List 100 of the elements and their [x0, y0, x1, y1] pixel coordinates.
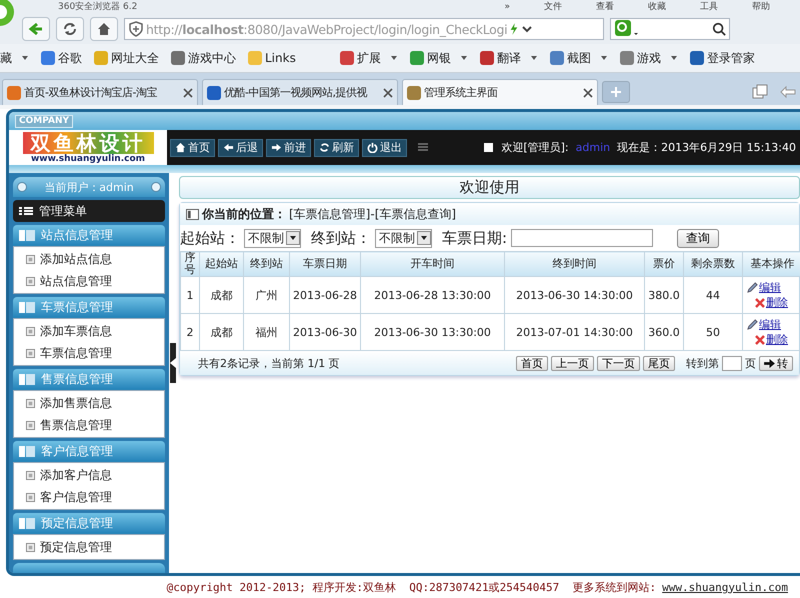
end-station-select[interactable]: 不限制 [375, 228, 432, 248]
edit-link[interactable]: 编辑 [759, 280, 781, 295]
location-label: 你当前的位置： [202, 206, 286, 222]
page-button[interactable]: 首页 [516, 356, 548, 370]
table-cell: 2013-06-28 13:30:00 [360, 276, 504, 314]
search-icon[interactable] [712, 21, 726, 37]
square-icon [26, 326, 35, 336]
square-icon [26, 348, 35, 358]
bookmark-item[interactable]: 游戏中心 [171, 50, 236, 66]
bookmark-item[interactable]: 网址大全 [94, 50, 159, 66]
menu-item[interactable]: 添加售票信息 [14, 392, 164, 414]
menu-item[interactable]: 车票信息管理 [14, 342, 164, 364]
table-cell: 2013-06-28 [290, 276, 360, 314]
bookmark-item[interactable]: 藏 [0, 50, 29, 66]
page-button[interactable]: 尾页 [643, 356, 675, 370]
menu-item[interactable]: 收藏 [648, 1, 666, 13]
menu-item[interactable]: 添加客户信息 [14, 464, 164, 486]
date-field[interactable] [511, 229, 654, 247]
cross-icon [755, 334, 765, 344]
menu-item[interactable]: 添加站点信息 [14, 248, 164, 270]
nav-button[interactable]: 首页 [170, 138, 215, 156]
page-unit: 页 [745, 356, 756, 370]
right-arrow-icon [271, 142, 282, 153]
edit-link[interactable]: 编辑 [759, 317, 781, 332]
square-icon [484, 143, 494, 152]
nav-button[interactable]: 前进 [266, 138, 311, 156]
square-icon [26, 254, 35, 264]
table-cell: 2 [180, 314, 200, 350]
cross-icon [755, 298, 765, 308]
browser-tab[interactable]: 优酷-中国第一视频网站,提供视 [202, 79, 398, 105]
menu-item[interactable]: 客户信息管理 [14, 486, 164, 508]
menu-item[interactable]: 售票信息管理 [14, 414, 164, 436]
panel-icon [19, 230, 35, 241]
nav-button[interactable]: 后退 [218, 138, 263, 156]
copyright-text: @copyright 2012-2013; 程序开发:双鱼林 QQ:287307421或254540457 更多系统到网站: [166, 580, 656, 594]
menu-item[interactable]: 添加车票信息 [14, 320, 164, 342]
menu-item[interactable]: 工具 [700, 1, 718, 13]
square-icon [26, 470, 35, 480]
close-icon[interactable] [183, 88, 193, 98]
window-icon[interactable] [752, 84, 768, 100]
table-cell: 380.0 [644, 276, 684, 314]
refresh-icon [62, 21, 78, 37]
square-icon [26, 276, 35, 286]
company-label: COMPANY [15, 114, 73, 128]
bookmark-item[interactable]: 登录管家 [690, 50, 755, 66]
home-icon [175, 142, 186, 153]
browser-tab[interactable]: 首页-双鱼林设计淘宝店-淘宝 [2, 79, 198, 105]
start-station-select[interactable]: 不限制 [244, 228, 301, 248]
table-cell: 2013-06-30 14:30:00 [504, 276, 644, 314]
back-button[interactable] [22, 17, 50, 41]
column-header: 基本操作 [742, 252, 800, 276]
menu-item[interactable]: 文件 [544, 1, 562, 13]
go-button[interactable]: 转 [759, 356, 793, 370]
close-icon[interactable] [583, 88, 593, 98]
menu-item[interactable]: 帮助 [752, 1, 770, 13]
search-engine-icon [614, 19, 638, 39]
lightning-icon [509, 21, 520, 37]
delete-link[interactable]: 删除 [766, 295, 788, 310]
page-number-field[interactable] [722, 356, 742, 370]
bookmark-item[interactable]: 翻译 [480, 50, 538, 66]
bookmark-item[interactable]: 游戏 [620, 50, 678, 66]
column-header: 序号 [180, 252, 200, 276]
nav-button[interactable]: 退出 [362, 138, 407, 156]
refresh-button[interactable] [56, 17, 84, 41]
panel-icon [19, 446, 35, 457]
column-header: 开车时间 [360, 252, 504, 276]
bookmark-item[interactable]: Links [248, 51, 296, 65]
menu-item[interactable]: 查看 [596, 1, 614, 13]
menu-title: 管理菜单 [39, 202, 87, 220]
panel-icon [19, 302, 35, 313]
column-header: 终到时间 [504, 252, 644, 276]
url-text: http://localhost:8080/JavaWebProject/login/login_CheckLogi [146, 22, 508, 36]
website-link[interactable]: www.shuangyulin.com [662, 580, 788, 594]
close-icon[interactable] [383, 88, 393, 98]
undo-arrow-icon[interactable] [780, 84, 796, 100]
table-cell: 44 [684, 276, 742, 314]
home-button[interactable] [90, 17, 118, 41]
bookmark-item[interactable]: 扩展 [340, 50, 398, 66]
menu-item[interactable]: » [504, 1, 510, 13]
panel-icon [19, 374, 35, 385]
nav-button[interactable]: 刷新 [314, 138, 359, 156]
page-button[interactable]: 上一页 [551, 356, 594, 370]
pencil-icon [747, 282, 758, 293]
left-arrow-icon [223, 142, 234, 153]
query-button[interactable]: 查询 [677, 228, 720, 248]
location-path: [车票信息管理]-[车票信息查询] [289, 206, 456, 222]
bookmark-item[interactable]: 截图 [550, 50, 608, 66]
menu-item[interactable]: 预定信息管理 [14, 536, 164, 558]
table-cell: 成都 [200, 276, 244, 314]
table-cell: 广州 [244, 276, 290, 314]
bookmark-item[interactable]: 网银 [410, 50, 468, 66]
page-button[interactable]: 下一页 [597, 356, 640, 370]
bookmark-item[interactable]: 谷歌 [41, 50, 82, 66]
collapse-handle-icon[interactable] [170, 343, 176, 383]
delete-link[interactable]: 删除 [766, 332, 788, 347]
browser-tab[interactable]: 管理系统主界面 [402, 79, 598, 105]
search-field[interactable] [610, 18, 730, 40]
menu-item[interactable]: 站点信息管理 [14, 270, 164, 292]
current-user: 当前用户：admin [44, 180, 134, 194]
panel-icon [19, 518, 35, 529]
